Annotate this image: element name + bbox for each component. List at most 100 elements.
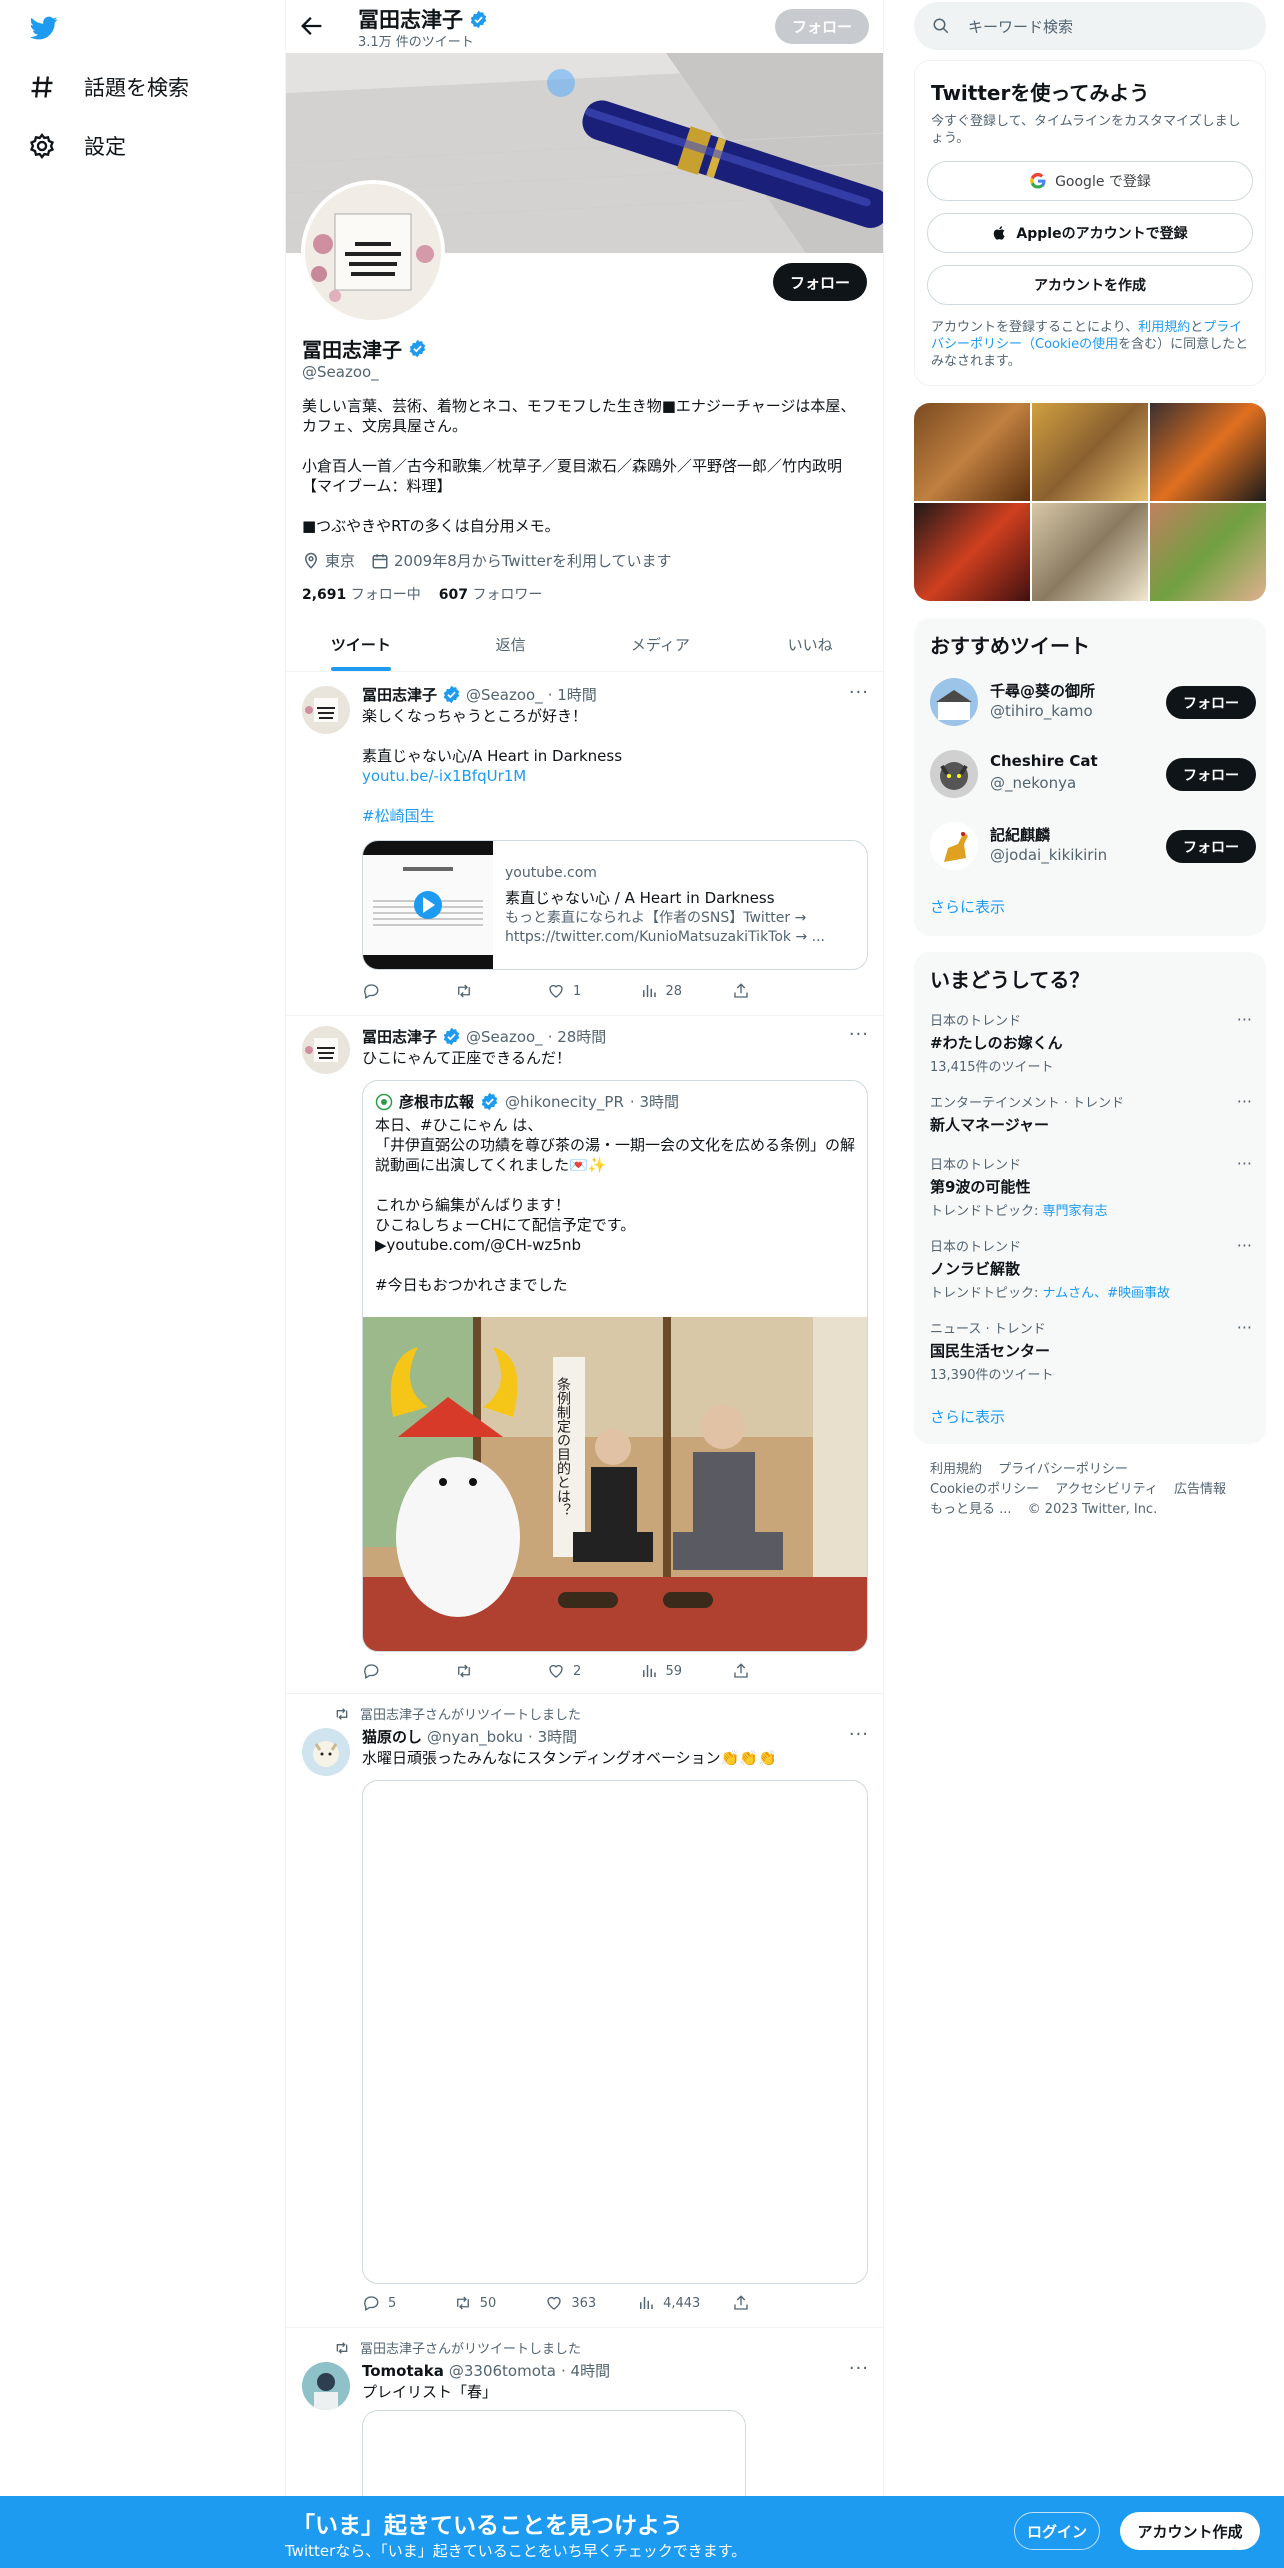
author-name[interactable]: 冨田志津子	[362, 684, 437, 705]
header-follow-button[interactable]: フォロー	[775, 9, 869, 44]
recommended-show-more[interactable]: さらに表示	[930, 896, 1005, 917]
tweet[interactable]: 冨田志津子 @Seazoo_ · 1時間 ··· 楽しくなっちゃうところが好き！…	[286, 672, 883, 1016]
google-signup-button[interactable]: Google で登録	[927, 161, 1253, 201]
recommended-user[interactable]: 千尋@葵の御所 @tihiro_kamo フォロー	[930, 674, 1256, 730]
twitter-logo-icon[interactable]	[28, 14, 60, 42]
tweet-link[interactable]: youtu.be/-ix1BfqUr1M	[362, 766, 868, 786]
quoted-tweet[interactable]: 彦根市広報 @hikonecity_PR · 3時間 本日、#ひこにゃん は、 …	[362, 1080, 868, 1652]
more-options-icon[interactable]: ···	[849, 1024, 869, 1045]
recommended-user[interactable]: Cheshire Cat @_nekonya フォロー	[930, 746, 1256, 802]
more-options-icon[interactable]: ···	[1237, 1092, 1252, 1111]
reply-button[interactable]	[362, 982, 422, 1000]
followers-link[interactable]: 607 フォロワー	[439, 584, 543, 604]
search-box[interactable]: キーワード検索	[914, 2, 1266, 50]
media-placeholder[interactable]	[362, 1780, 868, 2284]
author-handle[interactable]: @Seazoo_	[466, 686, 543, 704]
retweet-button[interactable]	[455, 982, 515, 1000]
link-card[interactable]: youtube.com 素直じゃない心 / A Heart in Darknes…	[362, 840, 868, 970]
media-thumb[interactable]	[914, 403, 1030, 501]
signup-button[interactable]: アカウント作成	[1120, 2512, 1260, 2550]
google-signup-label: Google で登録	[1055, 174, 1151, 190]
nav-settings[interactable]: 設定	[28, 131, 126, 161]
media-thumb[interactable]	[914, 503, 1030, 601]
trend-sub-link[interactable]: 専門家有志	[1043, 1204, 1108, 1219]
trend-item[interactable]: 日本のトレンド ノンラビ解散 トレンドトピック: ナムさん、#映画事故 ···	[930, 1236, 1252, 1301]
tab-likes[interactable]: いいね	[735, 618, 883, 671]
footer-link[interactable]: 利用規約	[930, 1462, 982, 1477]
trend-item[interactable]: ニュース · トレンド 国民生活センター 13,390件のツイート ···	[930, 1318, 1252, 1383]
tweet-time[interactable]: · 1時間	[548, 684, 597, 705]
follow-button[interactable]: フォロー	[1166, 758, 1256, 791]
follow-button[interactable]: フォロー	[1166, 686, 1256, 719]
tweet[interactable]: 冨田志津子さんがリツイートしました 猫原のし @nyan_boku · 3時間 …	[286, 1694, 883, 2328]
author-handle[interactable]: @Seazoo_	[466, 1028, 543, 1046]
apple-signup-button[interactable]: Appleのアカウントで登録	[927, 213, 1253, 253]
retweet-button[interactable]	[455, 1662, 515, 1680]
more-options-icon[interactable]: ···	[849, 682, 869, 703]
views-button[interactable]: 59	[640, 1662, 700, 1680]
profile-follow-button[interactable]: フォロー	[773, 263, 867, 301]
views-button[interactable]: 4,443	[637, 2294, 700, 2312]
tweet-hashtag[interactable]: #松崎国生	[362, 806, 868, 826]
back-arrow-icon[interactable]	[298, 12, 326, 40]
more-options-icon[interactable]: ···	[1237, 1318, 1252, 1337]
author-handle[interactable]: @3306tomota	[449, 2362, 556, 2380]
trend-sub-link[interactable]: ナムさん、#映画事故	[1043, 1286, 1171, 1301]
trend-item[interactable]: 日本のトレンド #わたしのお嫁くん 13,415件のツイート ···	[930, 1010, 1252, 1075]
tweet[interactable]: 冨田志津子 @Seazoo_ · 28時間 ··· ひこにゃんて正座できるんだ！…	[286, 1016, 883, 1694]
like-button[interactable]: 363	[545, 2294, 605, 2312]
media-thumb[interactable]	[1150, 503, 1266, 601]
retweeted-by-text[interactable]: 冨田志津子さんがリツイートしました	[360, 2338, 581, 2357]
footer-link[interactable]: もっと見る ...	[930, 1502, 1012, 1517]
footer-link[interactable]: Cookieのポリシー	[930, 1482, 1039, 1497]
author-name[interactable]: 冨田志津子	[362, 1026, 437, 1047]
trend-item[interactable]: エンターテインメント · トレンド 新人マネージャー ···	[930, 1092, 1252, 1135]
tweet-time[interactable]: · 4時間	[561, 2360, 610, 2381]
more-options-icon[interactable]: ···	[1237, 1010, 1252, 1029]
terms-link[interactable]: 利用規約	[1138, 320, 1190, 335]
footer-link[interactable]: プライバシーポリシー	[998, 1462, 1128, 1477]
login-button[interactable]: ログイン	[1014, 2512, 1100, 2550]
tweet-time[interactable]: · 28時間	[548, 1026, 607, 1047]
media-thumb[interactable]	[1032, 403, 1148, 501]
more-options-icon[interactable]: ···	[1237, 1154, 1252, 1173]
footer-link[interactable]: アクセシビリティ	[1055, 1482, 1158, 1497]
tab-replies[interactable]: 返信	[436, 618, 586, 671]
author-name[interactable]: Tomotaka	[362, 2362, 444, 2380]
avatar[interactable]	[302, 1728, 350, 1776]
retweet-button[interactable]: 50	[454, 2294, 514, 2312]
share-button[interactable]	[732, 982, 792, 1000]
tweet-time[interactable]: · 3時間	[528, 1726, 577, 1747]
avatar[interactable]	[302, 2362, 350, 2410]
nav-explore[interactable]: 話題を検索	[28, 72, 189, 102]
share-button[interactable]	[732, 1662, 792, 1680]
quoted-photo[interactable]: 条例制定の目的とは？	[363, 1317, 867, 1651]
more-options-icon[interactable]: ···	[849, 2358, 869, 2379]
author-name[interactable]: 猫原のし	[362, 1726, 422, 1747]
tab-tweets[interactable]: ツイート	[286, 618, 436, 671]
footer-link[interactable]: 広告情報	[1174, 1482, 1226, 1497]
avatar[interactable]	[302, 1026, 350, 1074]
tab-media[interactable]: メディア	[586, 618, 736, 671]
views-button[interactable]: 28	[640, 982, 700, 1000]
media-thumb[interactable]	[1032, 503, 1148, 601]
following-link[interactable]: 2,691 フォロー中	[302, 584, 421, 604]
recommended-user[interactable]: 記紀麒麟 @jodai_kikikirin フォロー	[930, 818, 1256, 874]
trend-item[interactable]: 日本のトレンド 第9波の可能性 トレンドトピック: 専門家有志 ···	[930, 1154, 1252, 1219]
more-options-icon[interactable]: ···	[849, 1724, 869, 1745]
follow-button[interactable]: フォロー	[1166, 830, 1256, 863]
reply-button[interactable]: 5	[362, 2294, 422, 2312]
share-button[interactable]	[732, 2294, 792, 2312]
profile-avatar[interactable]	[301, 180, 445, 324]
trends-show-more[interactable]: さらに表示	[930, 1406, 1005, 1427]
avatar[interactable]	[302, 686, 350, 734]
more-options-icon[interactable]: ···	[1237, 1236, 1252, 1255]
reply-button[interactable]	[362, 1662, 422, 1680]
like-button[interactable]: 2	[547, 1662, 607, 1680]
author-handle[interactable]: @nyan_boku	[427, 1728, 523, 1746]
trend-topic: 新人マネージャー	[930, 1116, 1049, 1134]
like-button[interactable]: 1	[547, 982, 607, 1000]
create-account-button[interactable]: アカウントを作成	[927, 265, 1253, 305]
retweeted-by-text[interactable]: 冨田志津子さんがリツイートしました	[360, 1704, 581, 1723]
media-thumb[interactable]	[1150, 403, 1266, 501]
